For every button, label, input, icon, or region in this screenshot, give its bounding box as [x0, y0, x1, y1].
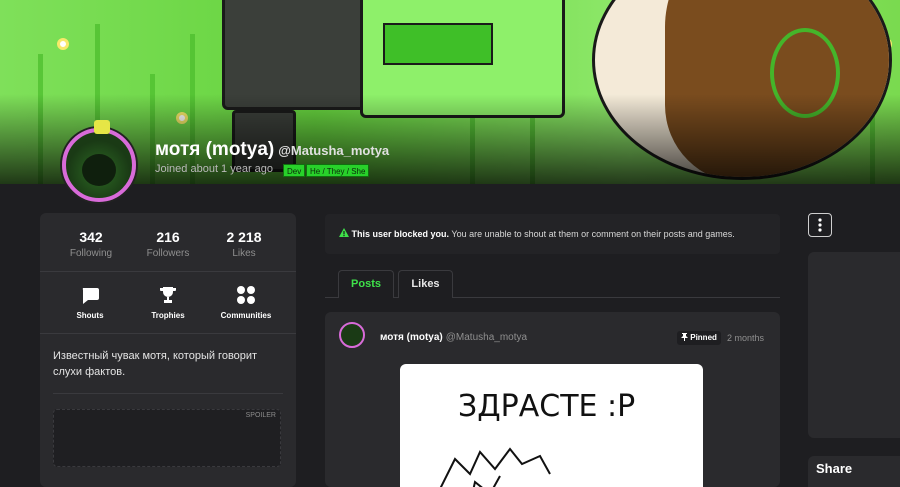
post-author[interactable]: мотя (motya) @Matusha_motya [380, 332, 527, 343]
stat-following[interactable]: 342 Following [51, 229, 131, 259]
spoiler-block[interactable]: SPOILER [53, 409, 281, 467]
post-author-name: мотя (motya) [380, 332, 443, 343]
profile-avatar [62, 120, 136, 202]
divider [40, 271, 296, 272]
sidebar-card [808, 252, 900, 438]
dev-badge: Dev [283, 164, 306, 177]
communities-icon [236, 285, 256, 305]
notice-title: This user blocked you. [351, 229, 450, 239]
divider [53, 393, 283, 394]
profile-tabs: Posts Likes [325, 270, 780, 298]
likes-label: Likes [232, 248, 256, 259]
post-image-text: ЗДРАСТЕ :Р [458, 389, 635, 424]
trophies-label: Trophies [151, 311, 185, 320]
warning-icon [339, 228, 352, 239]
display-name-text: мотя (motya) [155, 139, 275, 160]
post-timestamp: 2 months [727, 333, 765, 343]
pin-icon [681, 333, 690, 342]
following-label: Following [69, 248, 113, 259]
following-count: 342 [79, 229, 103, 245]
tab-likes[interactable]: Likes [398, 270, 453, 298]
spoiler-tag: SPOILER [245, 412, 276, 419]
divider [40, 333, 296, 334]
quick-link-communities[interactable]: Communities [206, 285, 286, 320]
post-author-handle: @Matusha_motya [445, 332, 528, 343]
pinned-post[interactable]: мотя (motya) @Matusha_motya Pinned 2 mont… [325, 312, 780, 487]
post-author-avatar[interactable] [339, 322, 365, 348]
share-card: Share [808, 456, 900, 487]
joined-date: Joined about 1 year ago [155, 163, 274, 175]
shouts-label: Shouts [76, 311, 104, 320]
more-options-button[interactable] [808, 213, 832, 237]
pronouns-badge: He / They / She [306, 164, 370, 177]
pinned-label: Pinned [690, 333, 717, 342]
followers-label: Followers [146, 248, 190, 259]
speech-bubble-icon [80, 285, 100, 305]
profile-bio: Известный чувак мотя, который говорит сл… [53, 350, 258, 378]
likes-count: 2 218 [226, 229, 262, 245]
trophy-icon [158, 285, 178, 305]
post-image[interactable]: ЗДРАСТЕ :Р [400, 364, 703, 487]
share-heading: Share [816, 461, 853, 476]
stat-likes[interactable]: 2 218 Likes [204, 229, 284, 259]
stat-followers[interactable]: 216 Followers [128, 229, 208, 259]
communities-label: Communities [220, 311, 272, 320]
profile-display-name: мотя (motya) @Matusha_motya [155, 139, 389, 161]
followers-count: 216 [156, 229, 180, 245]
profile-info-card: 342 Following 216 Followers 2 218 Likes … [40, 213, 296, 487]
pinned-badge: Pinned [677, 331, 721, 345]
quick-link-shouts[interactable]: Shouts [50, 285, 130, 320]
notice-text: You are unable to shout at them or comme… [451, 229, 735, 239]
blocked-notice: This user blocked you. You are unable to… [325, 214, 780, 254]
profile-handle: @Matusha_motya [278, 143, 390, 158]
tab-posts[interactable]: Posts [338, 270, 394, 298]
quick-link-trophies[interactable]: Trophies [128, 285, 208, 320]
